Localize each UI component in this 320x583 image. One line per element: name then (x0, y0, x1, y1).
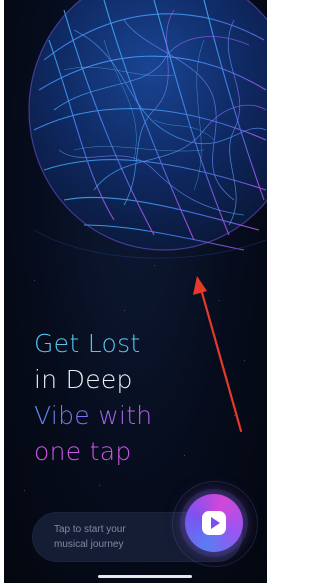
play-button[interactable] (185, 494, 243, 552)
start-journey-text: Tap to start your musical journey (54, 522, 174, 552)
app-screen: Get Lost in Deep Vibe with one tap Tap t… (4, 0, 267, 583)
headline-line-4: one tap (34, 437, 132, 466)
neural-sphere-art (28, 0, 267, 259)
home-indicator[interactable] (98, 575, 192, 578)
play-icon (202, 511, 226, 535)
headline-line-2: in Deep (34, 365, 133, 394)
cta-text-line-1: Tap to start your (54, 524, 126, 535)
headline: Get Lost in Deep Vibe with one tap (34, 326, 152, 470)
cta-text-line-2: musical journey (54, 539, 124, 550)
headline-line-1: Get Lost (34, 329, 141, 358)
headline-line-3: Vibe with (34, 398, 152, 434)
